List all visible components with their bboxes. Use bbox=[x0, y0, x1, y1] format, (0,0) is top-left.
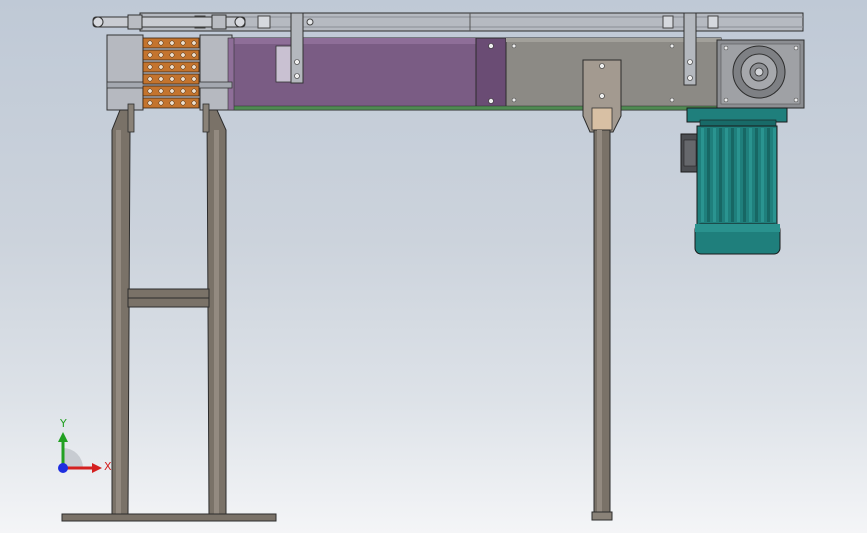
motor-fin bbox=[725, 128, 728, 222]
triad-z-axis bbox=[58, 463, 68, 473]
chain-pin bbox=[191, 76, 197, 82]
chain-pin bbox=[191, 64, 197, 70]
motor-fin bbox=[713, 128, 716, 222]
chain-pin bbox=[180, 40, 186, 46]
cad-viewport[interactable]: Y X bbox=[0, 0, 867, 533]
triad-y-arrowhead bbox=[58, 432, 68, 442]
chain-pin bbox=[158, 88, 164, 94]
chain-pin bbox=[147, 64, 153, 70]
motor-fin bbox=[749, 128, 752, 222]
chain-pin bbox=[191, 100, 197, 106]
chain-pin bbox=[180, 64, 186, 70]
motor-fin bbox=[743, 128, 746, 222]
chain-pin bbox=[158, 76, 164, 82]
conveyor-body bbox=[205, 37, 722, 111]
motor-fin bbox=[701, 128, 704, 222]
motor-fin bbox=[707, 128, 710, 222]
chain-pin bbox=[180, 52, 186, 58]
motor bbox=[680, 107, 788, 255]
conveyor-model[interactable]: Y X bbox=[0, 0, 867, 533]
coordinate-triad: Y X bbox=[58, 417, 112, 473]
chain-pin bbox=[169, 100, 175, 106]
chain-pin bbox=[147, 100, 153, 106]
chain-pin bbox=[169, 52, 175, 58]
chain-pin bbox=[180, 88, 186, 94]
chain-pin bbox=[169, 88, 175, 94]
hanger-bracket-right bbox=[683, 12, 697, 86]
chain-pin bbox=[169, 64, 175, 70]
triad-x-arrowhead bbox=[92, 463, 102, 473]
chain-pin bbox=[191, 52, 197, 58]
drive-shaft bbox=[92, 14, 246, 30]
chain-pin bbox=[158, 40, 164, 46]
right-support-leg bbox=[582, 59, 622, 521]
chain-pin bbox=[147, 52, 153, 58]
motor-fin bbox=[737, 128, 740, 222]
chain-pin bbox=[158, 52, 164, 58]
gearbox bbox=[716, 39, 805, 109]
motor-fin bbox=[719, 128, 722, 222]
chain-pin bbox=[180, 76, 186, 82]
chain-pin bbox=[180, 100, 186, 106]
sprocket-chain-stack bbox=[142, 37, 200, 109]
chain-pin bbox=[158, 100, 164, 106]
chain-pin bbox=[147, 76, 153, 82]
chain-pin bbox=[191, 40, 197, 46]
motor-fin bbox=[761, 128, 764, 222]
chain-pin bbox=[147, 88, 153, 94]
chain-pin bbox=[147, 40, 153, 46]
motor-fin bbox=[773, 128, 776, 222]
chain-pin bbox=[169, 40, 175, 46]
chain-pin bbox=[191, 88, 197, 94]
motor-fin bbox=[755, 128, 758, 222]
hanger-bracket-left bbox=[290, 12, 304, 84]
chain-pin bbox=[169, 76, 175, 82]
left-support-frame bbox=[61, 103, 277, 522]
chain-pin bbox=[158, 64, 164, 70]
motor-fin bbox=[767, 128, 770, 222]
motor-fin bbox=[731, 128, 734, 222]
triad-y-label: Y bbox=[59, 417, 67, 430]
triad-x-label: X bbox=[104, 460, 112, 473]
